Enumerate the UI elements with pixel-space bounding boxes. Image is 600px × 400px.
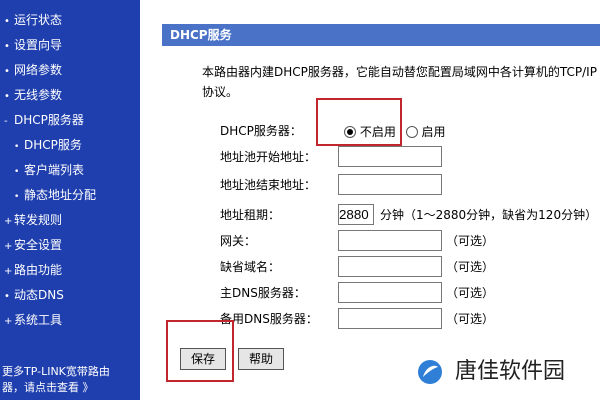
more-products-line2: 器，请点击查看 》 xyxy=(2,381,94,394)
sidebar-item-security[interactable]: + 安全设置 xyxy=(0,233,140,258)
sidebar-item-label: 无线参数 xyxy=(14,88,63,102)
sidebar-item-dhcp-server[interactable]: - DHCP服务器 xyxy=(0,108,140,133)
sidebar-item-label: 动态DNS xyxy=(14,288,64,302)
sidebar-item-routing[interactable]: + 路由功能 xyxy=(0,258,140,283)
sidebar-item-static-address[interactable]: • 静态地址分配 xyxy=(0,183,140,208)
leaf-logo-icon xyxy=(418,360,442,384)
sidebar-item-label: 静态地址分配 xyxy=(24,188,97,202)
sidebar-item-dhcp-service[interactable]: • DHCP服务 xyxy=(0,133,140,158)
panel-title: DHCP服务 xyxy=(162,24,600,46)
pool-start-label: 地址池开始地址： xyxy=(220,150,317,164)
watermark-text: 唐佳软件园 xyxy=(455,359,566,384)
nav-list: • 运行状态 • 设置向导 • 网络参数 • 无线参数 - DHCP服务器 • DHCP服务… xyxy=(0,0,140,333)
sidebar-item-forwarding[interactable]: + 转发规则 xyxy=(0,208,140,233)
pool-start-input[interactable] xyxy=(338,146,442,167)
plus-icon: + xyxy=(4,241,13,252)
sidebar-nav: • 运行状态 • 设置向导 • 网络参数 • 无线参数 - DHCP服务器 • DHCP服务… xyxy=(0,0,140,400)
sidebar-item-label: 路由功能 xyxy=(14,263,63,277)
sidebar-item-client-list[interactable]: • 客户端列表 xyxy=(0,158,140,183)
bullet-icon: • xyxy=(4,291,10,302)
gateway-label: 网关： xyxy=(220,234,257,248)
highlight-box-radio xyxy=(316,98,402,146)
sidebar-item-network[interactable]: • 网络参数 xyxy=(0,58,140,83)
plus-icon: + xyxy=(4,216,13,227)
sidebar-item-label: 网络参数 xyxy=(14,63,63,77)
dns-primary-input[interactable] xyxy=(338,282,442,303)
radio-enable-label: 启用 xyxy=(421,124,446,139)
bullet-icon: • xyxy=(4,41,10,52)
lease-label: 地址租期： xyxy=(220,208,281,222)
sidebar-item-wizard[interactable]: • 设置向导 xyxy=(0,33,140,58)
sidebar-item-wireless[interactable]: • 无线参数 xyxy=(0,83,140,108)
pool-end-label: 地址池结束地址： xyxy=(220,178,317,192)
bullet-icon: • xyxy=(4,91,10,102)
sidebar-item-system-tools[interactable]: + 系统工具 xyxy=(0,308,140,333)
domain-label: 缺省域名： xyxy=(220,260,281,274)
dns-primary-label: 主DNS服务器： xyxy=(220,286,306,300)
sidebar-item-status[interactable]: • 运行状态 xyxy=(0,8,140,33)
plus-icon: + xyxy=(4,266,13,277)
bullet-icon: • xyxy=(14,167,20,177)
sidebar-item-label: 运行状态 xyxy=(14,13,63,27)
watermark: 唐佳软件园 xyxy=(416,352,572,392)
pool-end-input[interactable] xyxy=(338,174,442,195)
sidebar-item-label: 系统工具 xyxy=(14,313,63,327)
sidebar-item-ddns[interactable]: • 动态DNS xyxy=(0,283,140,308)
sidebar-item-label: 设置向导 xyxy=(14,38,63,52)
dns-backup-input[interactable] xyxy=(338,308,442,329)
lease-hint: 分钟（1～2880分钟，缺省为120分钟） xyxy=(380,208,598,222)
dns-backup-label: 备用DNS服务器： xyxy=(220,312,318,326)
dash-icon: - xyxy=(4,116,8,127)
bullet-icon: • xyxy=(4,66,10,77)
radio-enable[interactable] xyxy=(405,125,418,138)
bullet-icon: • xyxy=(14,192,20,202)
more-products-link[interactable]: 更多TP-LINK宽带路由 器，请点击查看 》 xyxy=(2,364,138,396)
gateway-optional-hint: （可选） xyxy=(446,234,495,248)
gateway-input[interactable] xyxy=(338,230,442,251)
domain-optional-hint: （可选） xyxy=(446,260,495,274)
help-button[interactable]: 帮助 xyxy=(238,348,285,370)
sidebar-item-label: 转发规则 xyxy=(14,213,63,227)
panel-description: 本路由器内建DHCP服务器，它能自动替您配置局域网中各计算机的TCP/IP协议。 xyxy=(202,65,597,99)
plus-icon: + xyxy=(4,316,13,327)
lease-input[interactable] xyxy=(338,204,374,225)
sidebar-item-label: DHCP服务器 xyxy=(14,113,84,127)
bullet-icon: • xyxy=(14,142,20,152)
sidebar-item-label: 安全设置 xyxy=(14,238,63,252)
bullet-icon: • xyxy=(4,16,10,27)
sidebar-item-label: DHCP服务 xyxy=(24,138,82,152)
highlight-box-save xyxy=(166,320,234,382)
more-products-line1: 更多TP-LINK宽带路由 xyxy=(2,365,110,378)
dns-backup-optional-hint: （可选） xyxy=(446,312,495,326)
domain-input[interactable] xyxy=(338,256,442,277)
dns-primary-optional-hint: （可选） xyxy=(446,286,495,300)
sidebar-item-label: 客户端列表 xyxy=(24,163,85,177)
dhcp-server-label: DHCP服务器： xyxy=(220,124,302,138)
